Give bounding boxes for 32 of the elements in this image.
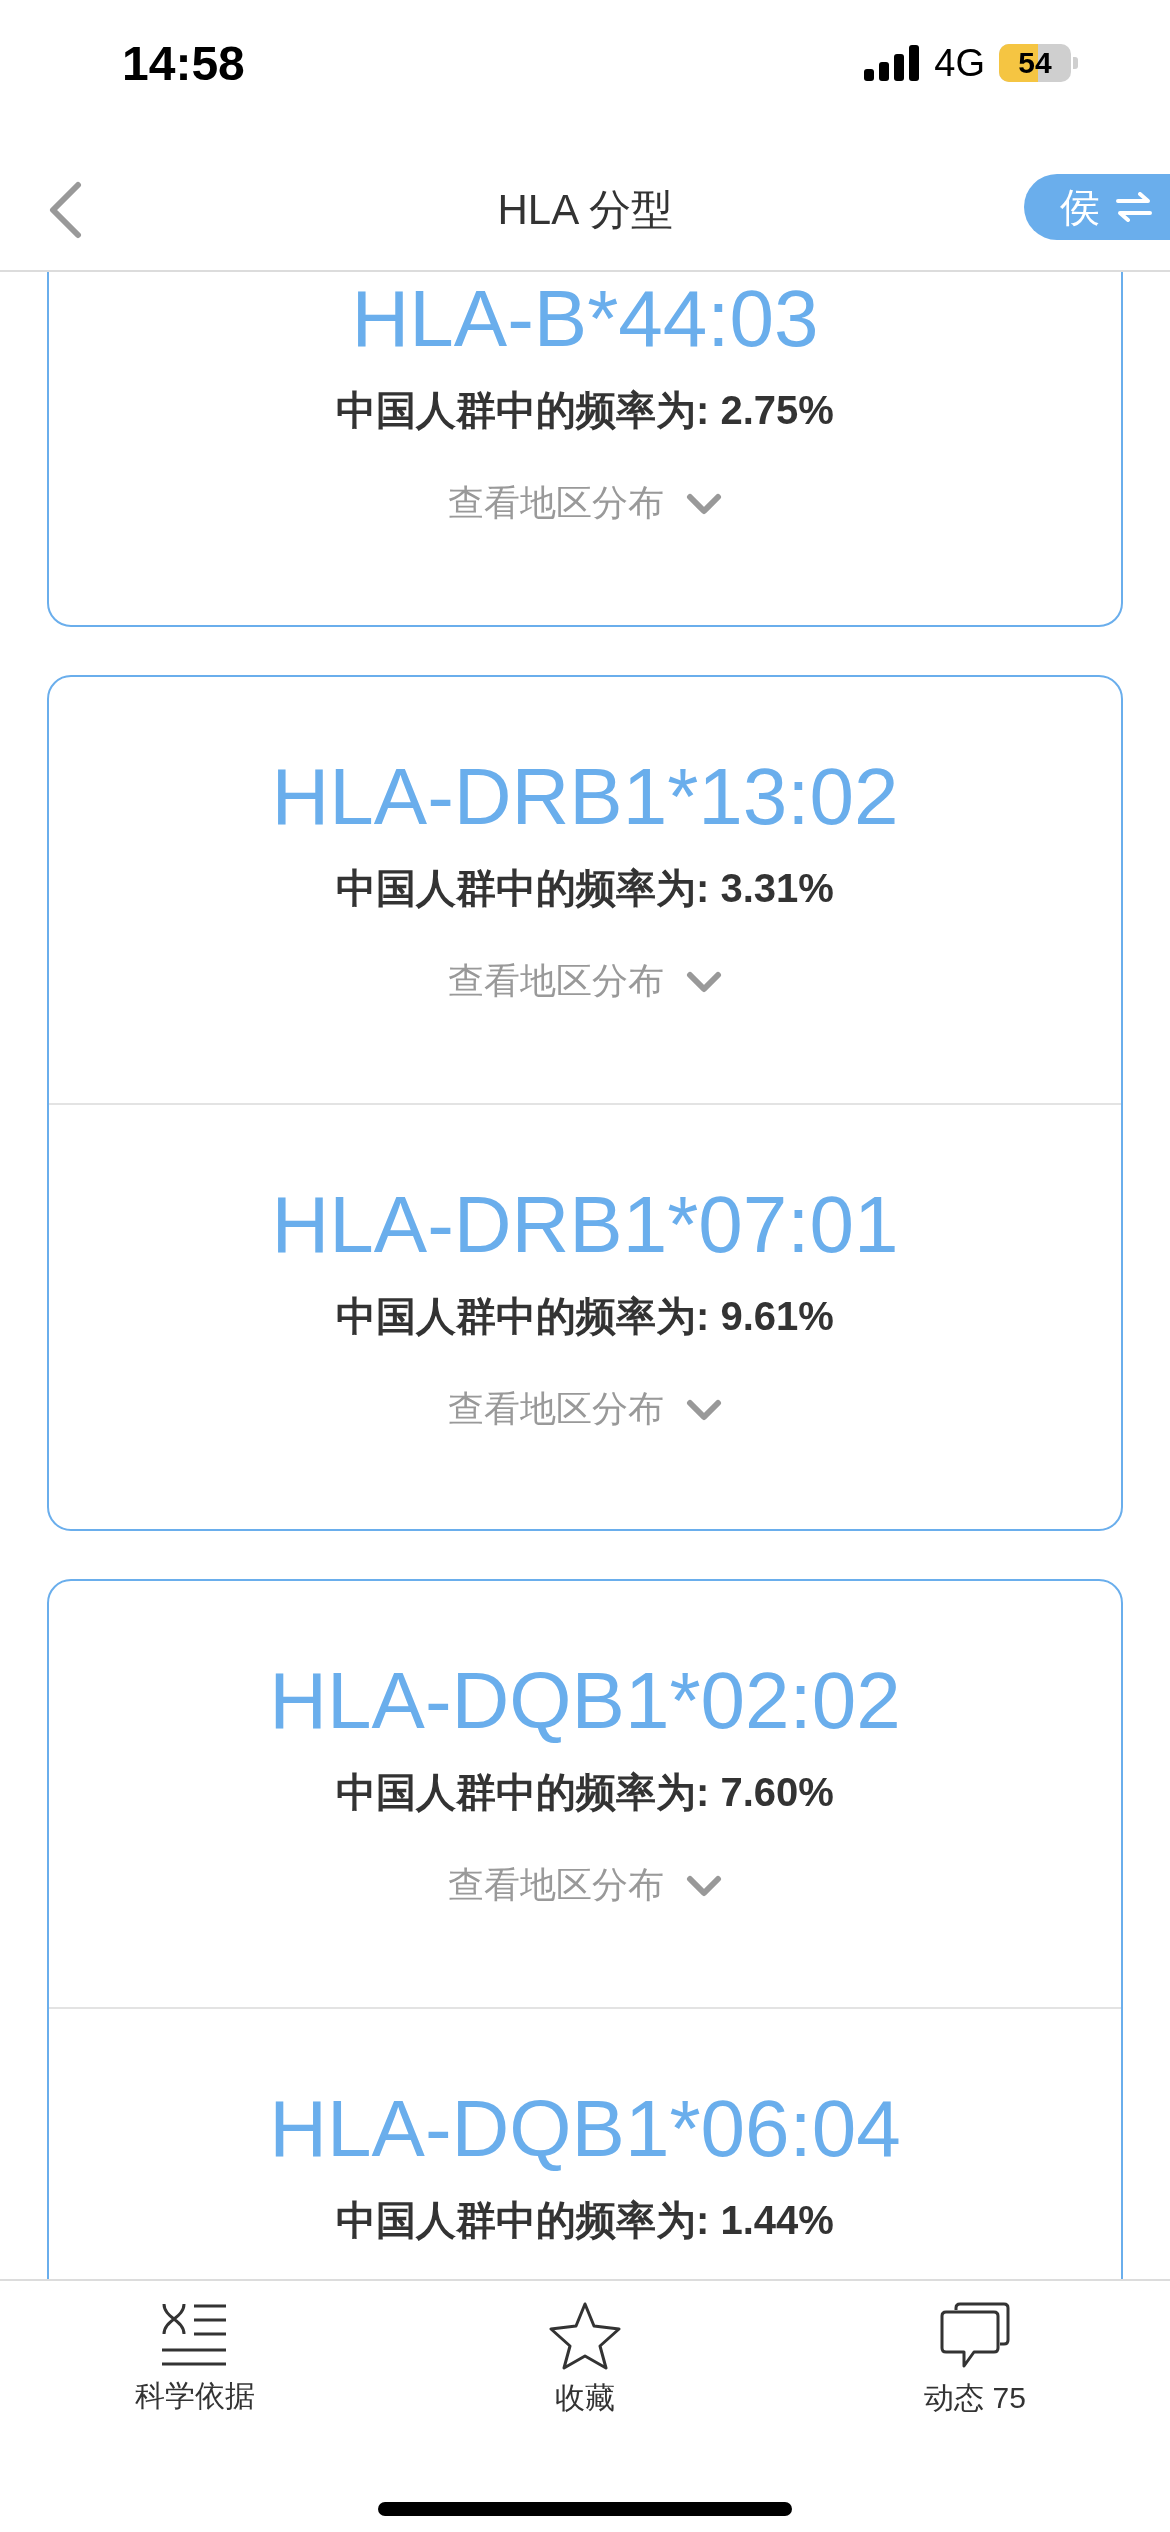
swap-arrows-icon — [1116, 192, 1152, 222]
chevron-down-icon — [686, 1398, 722, 1421]
back-icon — [48, 181, 82, 239]
chevron-down-icon — [686, 1874, 722, 1897]
star-icon — [549, 2302, 621, 2370]
region-distribution-link[interactable]: 查看地区分布 — [442, 956, 728, 1007]
allele-name: HLA-B*44:03 — [351, 273, 819, 365]
allele-name: HLA-DRB1*13:02 — [271, 751, 899, 843]
frequency-text: 中国人群中的频率为: 3.31% — [336, 865, 834, 912]
frequency-text: 中国人群中的频率为: 9.61% — [336, 1293, 834, 1340]
tab-bar-item[interactable]: 动态 75 — [918, 2301, 1032, 2420]
frequency-text: 中国人群中的频率为: 7.60% — [336, 1769, 834, 1816]
frequency-text: 中国人群中的频率为: 2.75% — [336, 387, 834, 434]
allele-name: HLA-DQB1*06:04 — [269, 2083, 901, 2175]
page-title: HLA 分型 — [497, 185, 673, 235]
tab-bar-item[interactable]: 收藏 — [543, 2301, 627, 2420]
allele-name: HLA-DQB1*02:02 — [269, 1655, 901, 1747]
battery-terminal-icon — [1073, 57, 1078, 69]
region-distribution-link[interactable]: 查看地区分布 — [442, 478, 728, 529]
network-label: 4G — [934, 41, 985, 85]
switch-button[interactable]: 侯 — [1024, 174, 1170, 240]
dna-list-icon — [162, 2302, 228, 2368]
tab-bar-item[interactable]: 科学依据 — [129, 2301, 261, 2418]
frequency-text: 中国人群中的频率为: 1.44% — [336, 2197, 834, 2244]
signal-icon — [864, 45, 921, 81]
allele-name: HLA-DRB1*07:01 — [271, 1179, 899, 1271]
chevron-down-icon — [686, 970, 722, 993]
chevron-down-icon — [686, 492, 722, 515]
region-distribution-link[interactable]: 查看地区分布 — [442, 1860, 728, 1911]
status-time: 14:58 — [122, 35, 245, 91]
chat-bubbles-icon — [940, 2302, 1010, 2370]
region-distribution-link[interactable]: 查看地区分布 — [442, 1384, 728, 1435]
